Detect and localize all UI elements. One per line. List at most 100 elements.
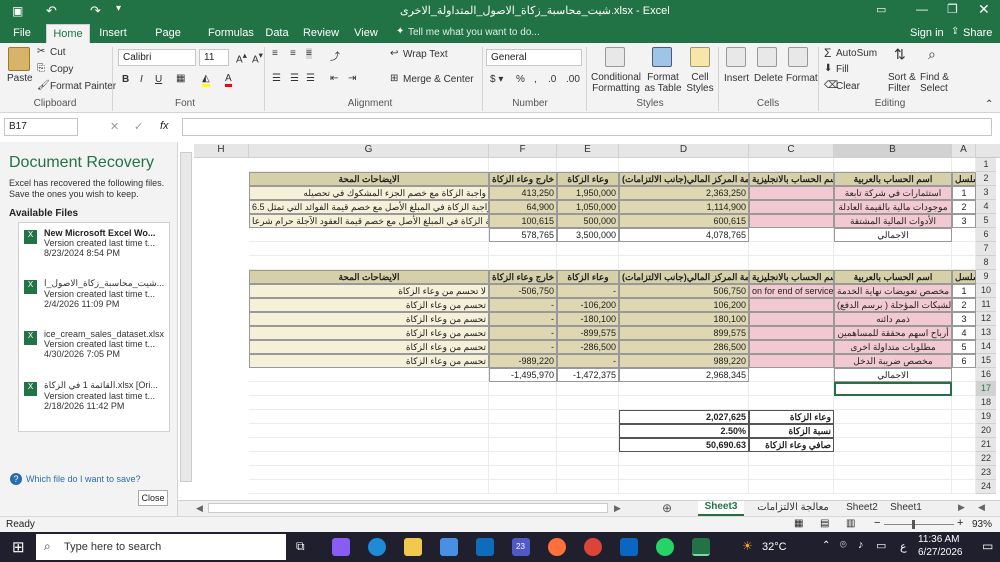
zoom-slider-thumb[interactable] [912, 520, 915, 529]
worksheet-grid[interactable]: H G F E D C B A 1 2 3 4 5 6 7 8 9 10 11 12 13 14 15 16 1… [178, 142, 1000, 500]
formula-input[interactable] [182, 118, 992, 136]
number-format-select[interactable]: General [486, 49, 582, 66]
grid-cell[interactable] [834, 424, 952, 438]
sheet-nav-next-icon[interactable]: ▶ [958, 502, 965, 513]
header-cell[interactable]: خارج وعاء الزكاة [489, 172, 557, 186]
merge-icon[interactable]: ⊞ [390, 73, 398, 84]
row-header[interactable]: 17 [976, 382, 996, 396]
row-header[interactable]: 6 [976, 228, 996, 242]
grid-cell[interactable] [619, 256, 749, 270]
grid-cell[interactable] [557, 242, 619, 256]
grid-cell[interactable] [249, 480, 489, 494]
new-sheet-icon[interactable]: ⊕ [662, 501, 672, 515]
horizontal-scroll-left-icon[interactable]: ◀ [196, 503, 203, 514]
table-cell[interactable]: مخصص ضريبة الدخل [834, 354, 952, 368]
outlook-icon[interactable] [476, 538, 494, 556]
close-recovery-button[interactable]: Close [138, 490, 168, 506]
table-cell[interactable]: موجودات مالية بالقيمة العادلة [834, 200, 952, 214]
header-cell[interactable]: اسم الحساب بالعربية [834, 172, 952, 186]
header-cell[interactable]: الايضاحات المحة [249, 270, 489, 284]
clock-date[interactable]: 6/27/2026 [918, 547, 963, 558]
column-header-d[interactable]: D [619, 144, 749, 158]
grid-cell[interactable] [249, 242, 489, 256]
grid-cell[interactable] [619, 396, 749, 410]
grid-cell[interactable] [749, 158, 834, 172]
zoom-slider[interactable] [884, 524, 954, 525]
share-button[interactable]: Share [963, 27, 992, 39]
copilot-icon[interactable] [332, 538, 350, 556]
table-cell[interactable]: -506,750 [489, 284, 557, 298]
grid-cell[interactable] [834, 466, 952, 480]
table-cell[interactable]: مطلوبات متداولة اخرى [834, 340, 952, 354]
table-cell[interactable]: واجبة الزكاة في المبلغ الأصل مع خصم قيمة… [249, 200, 489, 214]
table-cell[interactable]: لا تحسم من وعاء الزكاة [249, 284, 489, 298]
table-cell[interactable]: 413,250 [489, 186, 557, 200]
grid-cell[interactable] [249, 438, 489, 452]
cell-styles-icon[interactable] [690, 47, 710, 67]
table-cell[interactable]: 1 [952, 284, 976, 298]
clock-time[interactable]: 11:36 AM [918, 534, 960, 545]
grid-cell[interactable] [749, 256, 834, 270]
grow-font-icon[interactable]: A▴ [236, 50, 247, 65]
header-cell[interactable]: قائمة المركز المالي(جانب الالتزامات) [619, 172, 749, 186]
grid-cell[interactable] [952, 410, 976, 424]
grid-cell[interactable] [619, 382, 749, 396]
align-middle-icon[interactable]: ≡ [290, 48, 296, 59]
column-header-b[interactable]: B [834, 144, 952, 158]
header-cell[interactable]: التسلسل [952, 270, 976, 284]
table-cell[interactable]: 2 [952, 200, 976, 214]
table-cell[interactable]: 989,220 [619, 354, 749, 368]
table-cell[interactable] [749, 214, 834, 228]
cancel-icon[interactable]: ✕ [110, 120, 119, 133]
decrease-indent-icon[interactable]: ⇤ [330, 73, 338, 84]
grid-cell[interactable] [952, 396, 976, 410]
grid-cell[interactable] [249, 452, 489, 466]
grid-cell[interactable] [834, 480, 952, 494]
grid-cell[interactable] [489, 158, 557, 172]
delete-cells-button[interactable]: Delete [754, 73, 783, 84]
linkedin-icon[interactable] [620, 538, 638, 556]
bold-icon[interactable]: B [122, 74, 129, 85]
header-cell[interactable]: قائمة المركز المالي(جانب الالتزامات) [619, 270, 749, 284]
store-icon[interactable] [440, 538, 458, 556]
column-header-c[interactable]: C [749, 144, 834, 158]
zoom-out-icon[interactable]: − [874, 517, 880, 529]
table-cell[interactable]: 100,615 [489, 214, 557, 228]
grid-cell[interactable] [952, 480, 976, 494]
underline-icon[interactable]: U [155, 74, 162, 85]
delete-cells-icon[interactable] [757, 47, 777, 67]
vertical-scrollbar[interactable] [180, 152, 192, 482]
grid-cell[interactable] [952, 438, 976, 452]
zoom-level[interactable]: 93% [972, 519, 992, 530]
row-header[interactable]: 22 [976, 452, 996, 466]
row-header[interactable]: 12 [976, 312, 996, 326]
tab-insert[interactable]: Insert [96, 25, 130, 43]
cut-button[interactable]: Cut [50, 47, 66, 58]
sign-in-link[interactable]: Sign in [910, 27, 944, 39]
header-cell[interactable]: اسم الحساب بالانجليزية [749, 172, 834, 186]
borders-icon[interactable]: ▦ [176, 73, 185, 84]
table-cell[interactable]: تحسم من وعاء الزكاة [249, 326, 489, 340]
redo-icon[interactable]: ↷ [90, 3, 101, 19]
align-left-icon[interactable]: ☰ [272, 73, 281, 84]
grid-cell[interactable] [834, 256, 952, 270]
grid-cell[interactable] [489, 396, 557, 410]
paste-icon[interactable] [8, 47, 30, 71]
enter-icon[interactable]: ✓ [134, 120, 143, 133]
insert-cells-button[interactable]: Insert [724, 73, 749, 84]
grid-cell[interactable] [557, 438, 619, 452]
table-cell[interactable] [749, 200, 834, 214]
table-cell[interactable]: -286,500 [557, 340, 619, 354]
decrease-decimal-icon[interactable]: .00 [566, 74, 580, 85]
grid-cell[interactable] [557, 452, 619, 466]
grid-cell[interactable] [834, 242, 952, 256]
row-header[interactable]: 5 [976, 214, 996, 228]
increase-indent-icon[interactable]: ⇥ [348, 73, 356, 84]
total-cell[interactable]: 4,078,765 [619, 228, 749, 242]
header-cell[interactable]: الايضاحات المحة [249, 172, 489, 186]
grid-cell[interactable] [557, 424, 619, 438]
grid-cell[interactable] [489, 424, 557, 438]
table-cell[interactable]: 1,050,000 [557, 200, 619, 214]
row-header[interactable]: 16 [976, 368, 996, 382]
tab-home[interactable]: Home [46, 24, 90, 43]
